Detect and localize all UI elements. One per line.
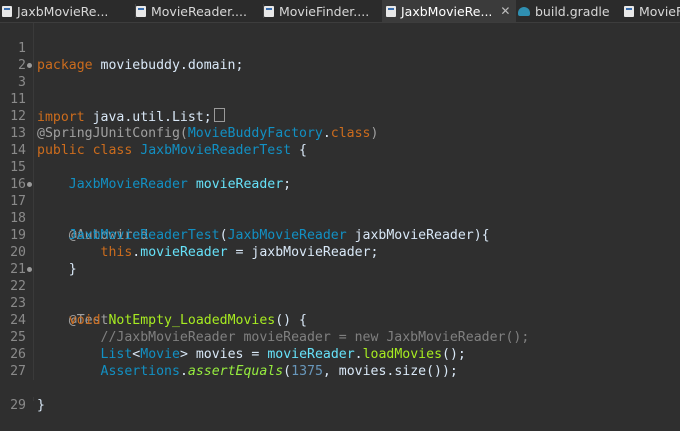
- tab-jaxbmoviereadertest-active[interactable]: JaxbMovieRe... ✕: [382, 0, 516, 22]
- code-line: 26 Assertions.assertEquals(1375, movies.…: [0, 329, 680, 379]
- fold-marker-icon[interactable]: [27, 267, 32, 272]
- java-file-icon: [136, 5, 146, 17]
- code-line: 20 }: [0, 227, 680, 277]
- code-line: 11: [0, 74, 680, 107]
- close-icon[interactable]: ✕: [500, 4, 510, 18]
- code-line: 2: [0, 40, 680, 73]
- code-editor[interactable]: 1 package moviebuddy.domain; 2 3 import …: [0, 23, 680, 413]
- code-line-current: 29: [0, 380, 680, 413]
- code-line: 16: [0, 159, 680, 192]
- code-line: 13 public class JaxbMovieReaderTest {: [0, 108, 680, 158]
- code-line: 24 //JaxbMovieReader movieReader = new J…: [0, 295, 680, 345]
- code-line: 3 import java.util.List;: [0, 57, 680, 125]
- code-line: 28 }: [0, 363, 680, 413]
- fold-marker-icon[interactable]: [27, 63, 32, 68]
- tab-label: MovieF: [639, 3, 680, 19]
- tab-label: MovieFinder....: [279, 3, 370, 19]
- code-line: 18 JaxbMovieReaderTest(JaxbMovieReader j…: [0, 193, 680, 243]
- code-line: 17 @Autowired: [0, 176, 680, 243]
- code-line: 27 }: [0, 346, 680, 396]
- java-file-icon: [264, 5, 274, 17]
- gradle-file-icon: [518, 6, 530, 16]
- tab-label: JaxbMovieRe...: [17, 3, 109, 19]
- tab-label: MovieReader....: [151, 3, 247, 19]
- code-line: 14: [0, 125, 680, 158]
- code-line: 22 @Test: [0, 261, 680, 328]
- fold-marker-icon[interactable]: [27, 182, 32, 187]
- code-line: 25 List<Movie> movies = movieReader.load…: [0, 312, 680, 362]
- tab-moviefinder-2[interactable]: MovieF: [624, 0, 680, 22]
- java-file-icon: [2, 5, 12, 17]
- tab-label: JaxbMovieRe...: [401, 3, 493, 19]
- code-line: 1 package moviebuddy.domain;: [0, 23, 680, 73]
- tab-label: build.gradle: [535, 3, 610, 19]
- code-line: 12 @SpringJUnitConfig(MovieBuddyFactory.…: [0, 91, 680, 141]
- line-number: 29: [10, 398, 26, 413]
- editor-tab-bar: JaxbMovieRe... MovieReader.... MovieFind…: [0, 0, 680, 23]
- tab-moviereader[interactable]: MovieReader....: [136, 0, 264, 22]
- code-line: 15 JaxbMovieReader movieReader;: [0, 142, 680, 192]
- code-line: 19 this.movieReader = jaxbMovieReader;: [0, 210, 680, 260]
- code-line: 23 void NotEmpty_LoadedMovies() {: [0, 278, 680, 328]
- tab-moviefinder[interactable]: MovieFinder....: [264, 0, 382, 22]
- java-file-icon: [386, 5, 396, 17]
- java-file-icon: [624, 5, 634, 17]
- code-line: 21: [0, 244, 680, 277]
- tab-jaxbmoviereader[interactable]: JaxbMovieRe...: [2, 0, 136, 22]
- tab-build-gradle[interactable]: build.gradle: [518, 0, 618, 22]
